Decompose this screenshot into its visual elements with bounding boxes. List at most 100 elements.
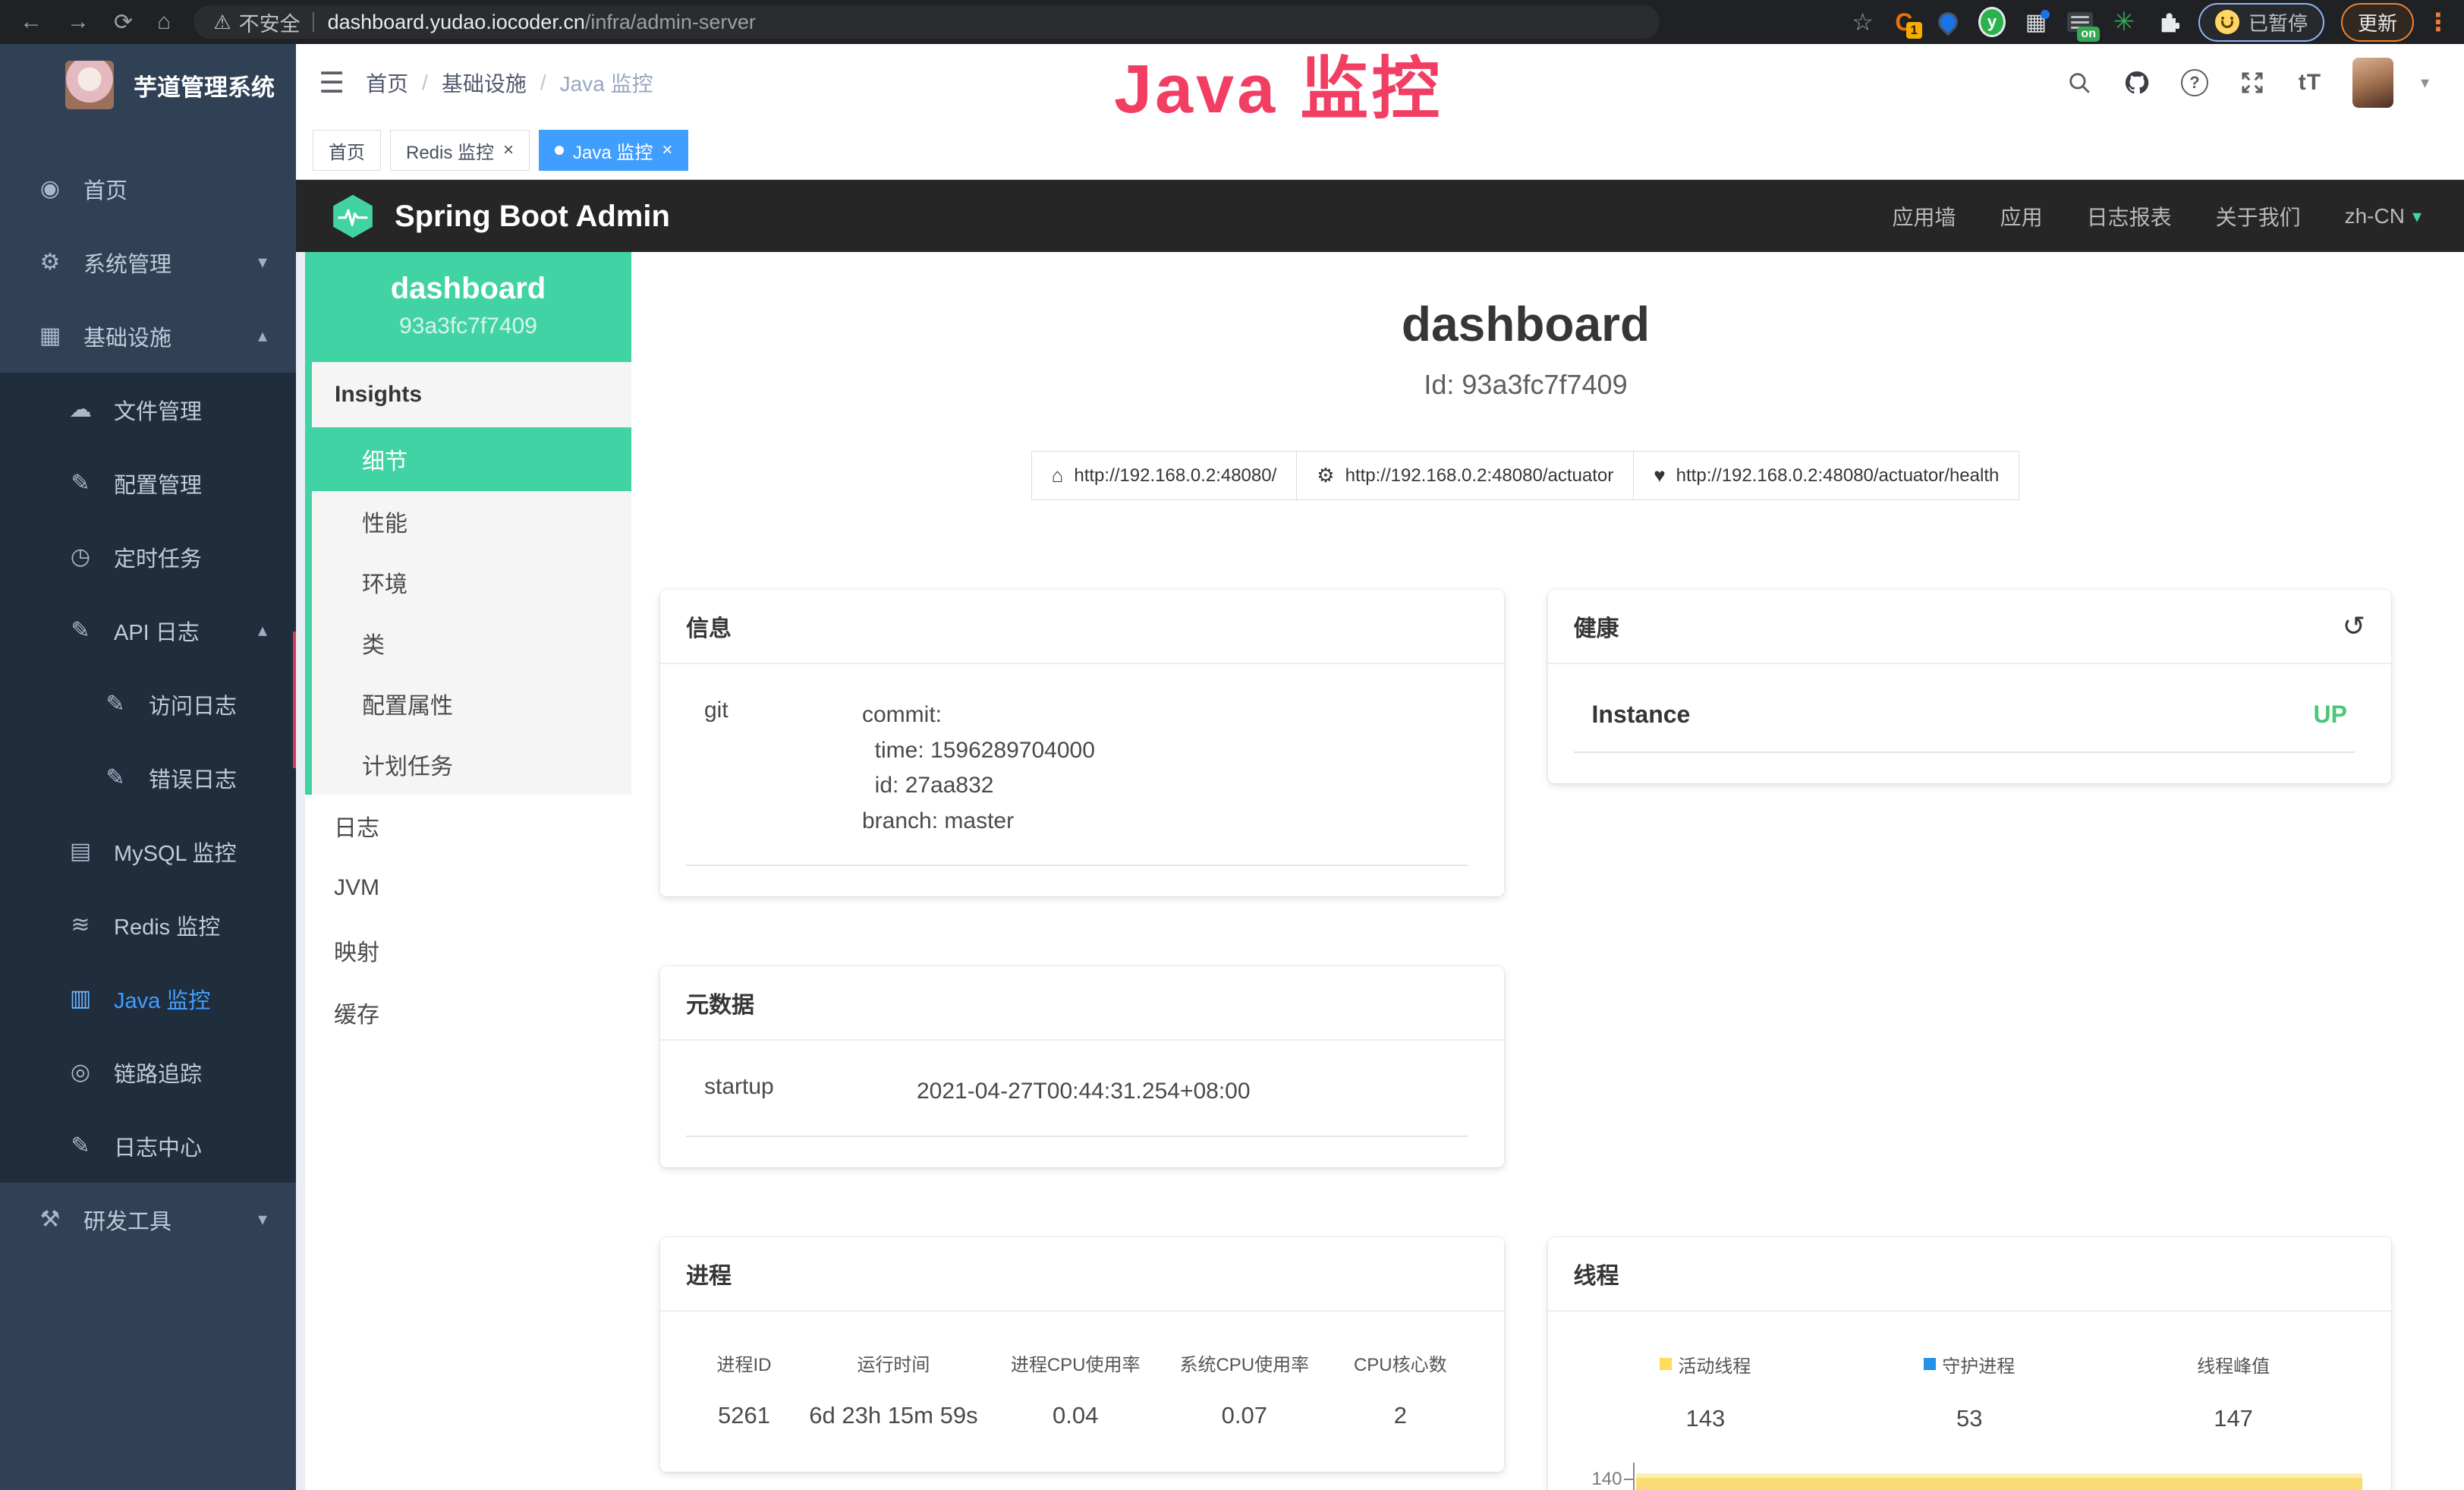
sidebar-item-api-logs[interactable]: ✎ API 日志 ▴ xyxy=(0,594,296,667)
user-avatar[interactable] xyxy=(2352,58,2393,108)
sba-gutter xyxy=(296,252,305,1490)
bookmark-star-icon[interactable]: ☆ xyxy=(1852,8,1874,36)
page-instance-id: Id: 93a3fc7f7409 xyxy=(660,369,2391,401)
cards-grid: 信息 git commit: time: 1596289704000 id: 2… xyxy=(660,590,2391,1490)
close-icon[interactable]: × xyxy=(503,141,514,159)
not-secure-label: 不安全 xyxy=(239,8,301,37)
url-host: dashboard.yudao.iocoder.cn xyxy=(328,11,585,34)
monitor-chart-icon: ▦ xyxy=(33,323,67,349)
history-icon[interactable]: ↺ xyxy=(2343,610,2365,642)
sidebar-item-java-monitor[interactable]: ▥ Java 监控 xyxy=(0,962,296,1035)
browser-home-icon[interactable]: ⌂ xyxy=(157,9,171,35)
github-icon[interactable] xyxy=(2122,68,2152,98)
extension-list-icon[interactable]: on xyxy=(2066,8,2094,36)
sba-insights-label: Insights xyxy=(312,362,631,427)
sidebar-item-error-logs[interactable]: ✎ 错误日志 xyxy=(0,741,296,814)
reload-icon[interactable]: ⟳ xyxy=(114,9,133,36)
sba-app-id: 93a3fc7f7409 xyxy=(305,313,631,339)
sidebar-toggle-icon[interactable]: ☰ xyxy=(319,66,345,100)
sidebar-item-home[interactable]: ◉ 首页 xyxy=(0,152,296,225)
fullscreen-icon[interactable] xyxy=(2237,68,2267,98)
screen: ← → ⟳ ⌂ ⚠ 不安全 dashboard.yudao.iocoder.cn… xyxy=(0,0,2464,1490)
layers-icon: ≋ xyxy=(64,912,97,938)
sba-item-metrics[interactable]: 性能 xyxy=(312,491,631,552)
log-edit-icon: ✎ xyxy=(99,764,132,791)
sba-item-jvm[interactable]: JVM xyxy=(305,857,631,919)
sidebar-item-log-center[interactable]: ✎ 日志中心 xyxy=(0,1109,296,1183)
sba-item-caches[interactable]: 缓存 xyxy=(305,981,631,1044)
peak-threads-value: 147 xyxy=(2101,1405,2365,1432)
sba-item-environment[interactable]: 环境 xyxy=(312,552,631,613)
back-icon[interactable]: ← xyxy=(20,9,42,35)
sidebar-item-file-mgmt[interactable]: ☁ 文件管理 xyxy=(0,373,296,446)
sba-item-details[interactable]: 细节 xyxy=(312,427,631,491)
sidebar-item-redis-monitor[interactable]: ≋ Redis 监控 xyxy=(0,888,296,962)
sidebar-item-tracing[interactable]: ◎ 链路追踪 xyxy=(0,1035,296,1109)
extension-colorzilla-icon[interactable]: C1 xyxy=(1890,8,1918,36)
help-icon[interactable]: ? xyxy=(2179,68,2210,98)
extensions-puzzle-icon[interactable] xyxy=(2154,8,2182,36)
active-tab-dot xyxy=(555,146,564,155)
health-card-title: 健康 xyxy=(1574,610,1619,643)
font-size-icon[interactable]: tT xyxy=(2295,68,2325,98)
actuator-url-button[interactable]: ⚙ http://192.168.0.2:48080/actuator xyxy=(1296,451,1634,500)
sba-item-config-props[interactable]: 配置属性 xyxy=(312,673,631,734)
search-icon[interactable] xyxy=(2064,68,2094,98)
sidebar-item-infrastructure[interactable]: ▦ 基础设施 ▴ xyxy=(0,299,296,373)
tab-redis-monitor[interactable]: Redis 监控 × xyxy=(390,130,530,171)
service-url-button[interactable]: ⌂ http://192.168.0.2:48080/ xyxy=(1031,451,1298,500)
extension-pin-icon[interactable] xyxy=(1934,8,1962,36)
breadcrumb-home[interactable]: 首页 xyxy=(366,68,408,98)
annotation-stroke xyxy=(293,632,296,768)
sba-nav-journal[interactable]: 日志报表 xyxy=(2087,201,2172,232)
smiley-emoji-icon xyxy=(2215,10,2239,34)
y-tick: 140 xyxy=(1591,1469,1622,1490)
update-button[interactable]: 更新 xyxy=(2341,3,2414,42)
live-threads-value: 143 xyxy=(1574,1405,1838,1432)
app-logo-row[interactable]: 芋道管理系统 xyxy=(0,44,296,124)
extension-sprout-icon[interactable]: ✳ xyxy=(2110,8,2138,36)
legend-blue-swatch xyxy=(1924,1358,1936,1370)
sba-language-selector[interactable]: zh-CN ▾ xyxy=(2345,204,2422,228)
sidebar-item-system-mgmt[interactable]: ⚙ 系统管理 ▾ xyxy=(0,225,296,299)
sba-item-logs[interactable]: 日志 xyxy=(305,795,631,857)
browser-menu-icon[interactable]: ⋮ xyxy=(2426,8,2450,36)
sidebar-item-scheduled-jobs[interactable]: ◷ 定时任务 xyxy=(0,520,296,594)
legend-live-threads: 活动线程 xyxy=(1574,1351,1838,1378)
sba-content: dashboard Id: 93a3fc7f7409 ⌂ http://192.… xyxy=(631,252,2464,1490)
paused-pill[interactable]: 已暂停 xyxy=(2198,3,2324,42)
sba-item-scheduled-tasks[interactable]: 计划任务 xyxy=(312,734,631,795)
sidebar-item-config-mgmt[interactable]: ✎ 配置管理 xyxy=(0,446,296,520)
sba-item-classes[interactable]: 类 xyxy=(312,613,631,673)
sidebar-item-access-logs[interactable]: ✎ 访问日志 xyxy=(0,667,296,741)
app-logo-image xyxy=(65,61,114,109)
forward-icon[interactable]: → xyxy=(67,9,90,35)
sba-brand[interactable]: Spring Boot Admin xyxy=(329,193,670,240)
health-url-button[interactable]: ♥ http://192.168.0.2:48080/actuator/heal… xyxy=(1633,451,2019,500)
close-icon[interactable]: × xyxy=(662,141,672,159)
threads-chart-y-axis: 140 120 100 xyxy=(1574,1463,1633,1490)
chevron-down-icon: ▾ xyxy=(258,1208,267,1230)
avatar-caret-icon[interactable]: ▾ xyxy=(2421,73,2429,93)
chevron-down-icon: ▾ xyxy=(258,251,267,273)
threads-card-title: 线程 xyxy=(1574,1257,1619,1290)
sba-item-mappings[interactable]: 映射 xyxy=(305,919,631,981)
tab-home[interactable]: 首页 xyxy=(313,130,381,171)
sidebar-item-dev-tools[interactable]: ⚒ 研发工具 ▾ xyxy=(0,1183,296,1256)
extension-grid-icon[interactable]: ▦ xyxy=(2022,8,2050,36)
extension-y-icon[interactable]: y xyxy=(1978,8,2006,36)
home-icon: ⌂ xyxy=(1052,464,1064,487)
breadcrumb-section[interactable]: 基础设施 xyxy=(442,68,527,98)
process-card: 进程 进程ID 运行时间 进程CPU使用率 系统CPU使用率 CPU核心数 52… xyxy=(660,1237,1504,1472)
health-card: 健康 ↺ Instance UP xyxy=(1548,590,2392,783)
sidebar-item-mysql-monitor[interactable]: ▤ MySQL 监控 xyxy=(0,814,296,888)
tab-java-monitor[interactable]: Java 监控 × xyxy=(539,130,688,171)
wrench-icon: ⚙ xyxy=(1317,464,1334,487)
sba-nav: 应用墙 应用 日志报表 关于我们 zh-CN ▾ xyxy=(1893,201,2422,232)
sba-nav-about[interactable]: 关于我们 xyxy=(2216,201,2301,232)
sba-nav-wallboard[interactable]: 应用墙 xyxy=(1893,201,1956,232)
metadata-card: 元数据 startup 2021-04-27T00:44:31.254+08:0… xyxy=(660,966,1504,1167)
process-cpu-usage: 0.04 xyxy=(991,1402,1160,1429)
sba-instance-block[interactable]: dashboard 93a3fc7f7409 xyxy=(305,252,631,362)
sba-nav-applications[interactable]: 应用 xyxy=(2000,201,2043,232)
